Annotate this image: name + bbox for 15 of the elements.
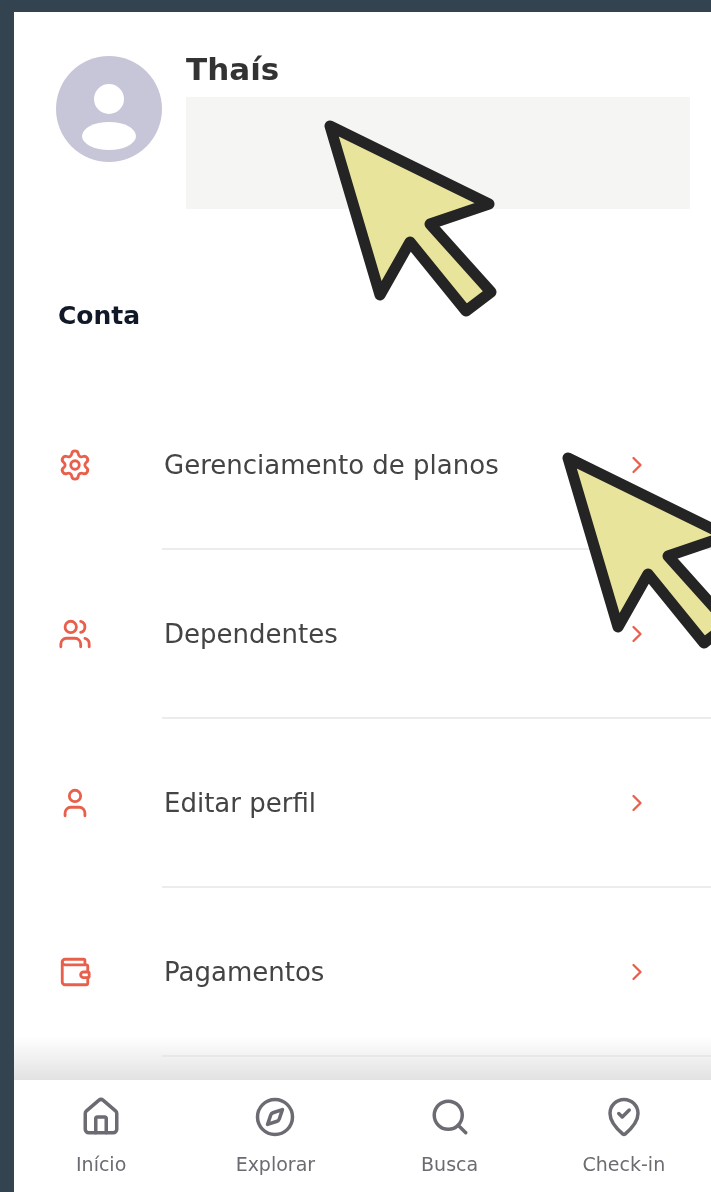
user-name: Thaís (186, 54, 281, 85)
menu-item[interactable]: Editar perfil (14, 718, 711, 888)
section-title: Conta (58, 300, 142, 332)
avatar-icon (56, 56, 162, 162)
menu-item[interactable]: Pagamentos (14, 887, 711, 1057)
people-icon (58, 617, 92, 651)
nav-tab[interactable]: Explorar (188, 1080, 363, 1192)
cursor-icon (560, 450, 711, 650)
nav-tab[interactable]: Busca (362, 1080, 537, 1192)
gear-icon (58, 448, 92, 482)
nav-tab[interactable]: Check-in (536, 1080, 711, 1192)
compass-icon (254, 1096, 297, 1138)
wallet-icon (58, 955, 92, 989)
nav-tab[interactable]: Início (14, 1080, 189, 1192)
menu-item[interactable]: Dependentes (14, 549, 711, 719)
